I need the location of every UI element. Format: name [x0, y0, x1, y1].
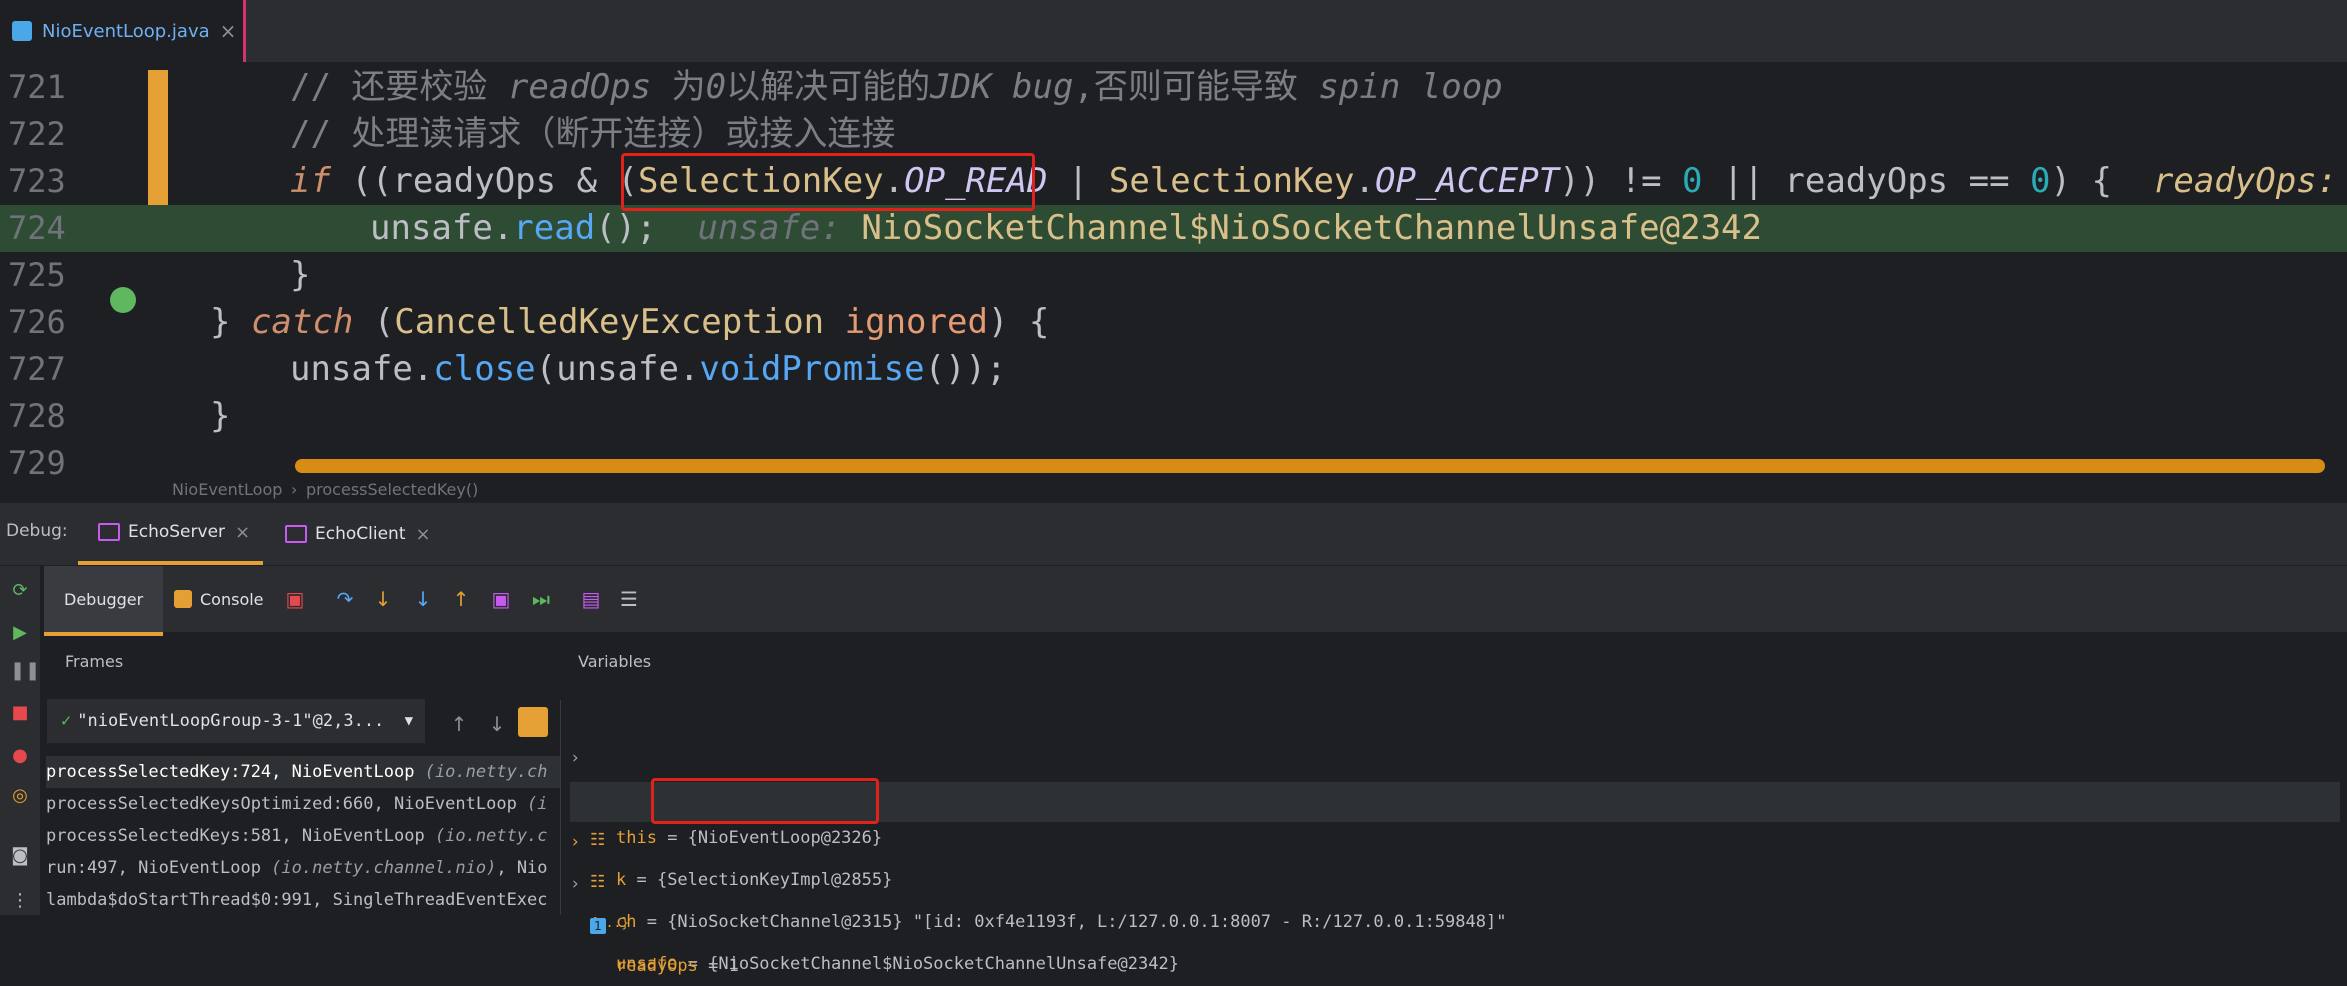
code-text: } — [290, 255, 311, 295]
previous-frame-icon[interactable]: ↑ — [448, 713, 470, 735]
horizontal-scrollbar[interactable] — [295, 459, 2325, 473]
code-text: unsafe.read(); unsafe: NioSocketChannel$… — [370, 208, 1762, 248]
close-icon[interactable]: × — [235, 522, 250, 543]
variable-row[interactable]: › {...} unsafe = {NioSocketChannel$NioSo… — [570, 824, 2340, 974]
code-line: 722 // 处理读请求（断开连接）或接入连接 — [0, 111, 2347, 158]
code-text: } — [210, 396, 231, 436]
rerun-icon[interactable]: ⟳ — [10, 581, 30, 601]
tab-label: EchoServer — [128, 522, 226, 542]
tab-echoclient[interactable]: EchoClient × — [285, 503, 431, 565]
breadcrumb-class[interactable]: NioEventLoop — [172, 480, 282, 499]
code-line: 723 if ((readyOps & (SelectionKey.OP_REA… — [0, 158, 2347, 205]
thread-label: "nioEventLoopGroup-3-1"@2,3... — [77, 711, 385, 731]
debug-label: Debug: — [6, 521, 68, 541]
run-config-icon — [98, 523, 120, 541]
highlight-box — [621, 153, 1035, 211]
breadcrumb: NioEventLoop › processSelectedKey() — [0, 480, 2347, 502]
run-to-cursor-icon[interactable]: ⏭ — [530, 588, 552, 610]
code-line: 725 } — [0, 252, 2347, 299]
debug-tab-bar: Debug: EchoServer × EchoClient × — [0, 503, 2347, 565]
tab-console[interactable]: Console — [174, 566, 264, 632]
tab-label: Debugger — [64, 589, 144, 609]
line-number: 722 — [8, 115, 66, 153]
variable-row[interactable]: › ☷ k = {SelectionKeyImpl@2855} — [570, 740, 2340, 890]
step-over-icon[interactable]: ↷ — [334, 588, 356, 610]
code-editor[interactable]: 721 // 还要校验 readOps 为0以解决可能的JDK bug,否则可能… — [0, 64, 2347, 480]
code-text: // 处理读请求（断开连接）或接入连接 — [290, 114, 896, 154]
highlight-box — [651, 778, 879, 824]
tab-label: Console — [200, 589, 264, 609]
line-number: 724 — [8, 209, 66, 247]
step-into-icon[interactable]: ↓ — [372, 588, 394, 610]
code-line: 727 unsafe.close(unsafe.voidPromise()); — [0, 346, 2347, 393]
line-number: 725 — [8, 256, 66, 294]
close-icon[interactable]: × — [415, 524, 430, 545]
code-text: // 还要校验 readOps 为0以解决可能的JDK bug,否则可能导致 s… — [290, 67, 1503, 107]
breakpoints-icon[interactable]: ● — [10, 746, 30, 766]
run-config-icon — [285, 525, 307, 543]
editor-tab-bar: NioEventLoop.java × — [0, 0, 2347, 63]
line-number: 728 — [8, 397, 66, 435]
code-line: 721 // 还要校验 readOps 为0以解决可能的JDK bug,否则可能… — [0, 64, 2347, 111]
editor-tab-nioeventloop[interactable]: NioEventLoop.java × — [0, 0, 246, 62]
close-icon[interactable]: × — [220, 19, 237, 43]
primitive-icon: 1 — [590, 906, 606, 946]
camera-icon[interactable]: ◙ — [10, 846, 30, 866]
stack-frame[interactable]: lambda$doStartThread$0:991, SingleThread… — [46, 884, 560, 916]
line-number: 721 — [8, 68, 66, 106]
drop-frame-icon[interactable]: ▣ — [490, 588, 512, 610]
resume-icon[interactable]: ▶ — [10, 623, 30, 643]
java-file-icon — [12, 21, 32, 41]
line-number: 729 — [8, 444, 66, 480]
check-icon: ✓ — [61, 711, 72, 731]
stack-frame[interactable]: processSelectedKey:724, NioEventLoop (io… — [46, 756, 560, 788]
settings-icon[interactable]: ☰ — [618, 588, 640, 610]
evaluate-expression-icon[interactable]: ▤ — [580, 588, 602, 610]
code-text: } catch (CancelledKeyException ignored) … — [210, 302, 1050, 342]
more-icon[interactable]: ⋮ — [10, 891, 30, 911]
stack-frame[interactable]: processSelectedKeys:581, NioEventLoop (i… — [46, 820, 560, 852]
code-text: unsafe.close(unsafe.voidPromise()); — [290, 349, 1007, 389]
tab-debugger[interactable]: Debugger — [44, 566, 164, 636]
variable-row[interactable]: 1 readyOps = 1 — [570, 866, 2340, 976]
debug-side-toolbar: ⟳ ▶ ❚❚ ■ ● ◎ ◙ ⋮ — [0, 566, 40, 915]
debugger-toolbar: Debugger Console ▣ ↷ ↓ ↓ ↑ ▣ ⏭ ▤ ☰ — [44, 566, 2347, 636]
tab-echoserver[interactable]: EchoServer × — [78, 503, 263, 565]
filter-icon[interactable] — [518, 707, 548, 737]
stop-icon[interactable]: ■ — [10, 703, 30, 723]
code-text: if ((readyOps & (SelectionKey.OP_READ | … — [290, 161, 2338, 201]
force-step-into-icon[interactable]: ↓ — [412, 588, 434, 610]
code-line: 728 } — [0, 393, 2347, 440]
breadcrumb-sep: › — [291, 480, 298, 499]
warning-icon — [174, 590, 192, 608]
variables-header: Variables — [578, 652, 652, 671]
chevron-down-icon: ▼ — [404, 713, 413, 729]
frames-header: Frames — [65, 652, 124, 671]
editor-tab-label: NioEventLoop.java — [42, 20, 210, 42]
mute-breakpoints-icon[interactable]: ◎ — [10, 786, 30, 806]
stack-frame[interactable]: run:497, NioEventLoop (io.netty.channel.… — [46, 852, 560, 884]
variable-row[interactable]: › {...} this = {NioEventLoop@2326} — [570, 698, 2340, 848]
line-number: 723 — [8, 162, 66, 200]
thread-selector[interactable]: ✓ "nioEventLoopGroup-3-1"@2,3... ▼ — [47, 699, 425, 743]
breadcrumb-method[interactable]: processSelectedKey() — [306, 480, 478, 499]
stack-frame[interactable]: processSelectedKeysOptimized:660, NioEve… — [46, 788, 560, 820]
code-line-current: 724 unsafe.read(); unsafe: NioSocketChan… — [0, 205, 2347, 252]
layout-icon[interactable]: ▣ — [284, 588, 306, 610]
step-out-icon[interactable]: ↑ — [450, 588, 472, 610]
next-frame-icon[interactable]: ↓ — [486, 713, 508, 735]
code-line: 726 } catch (CancelledKeyException ignor… — [0, 299, 2347, 346]
tab-label: EchoClient — [315, 524, 406, 544]
line-number: 726 — [8, 303, 66, 341]
line-number: 727 — [8, 350, 66, 388]
pause-icon[interactable]: ❚❚ — [10, 661, 40, 681]
panel-divider[interactable] — [560, 700, 561, 915]
